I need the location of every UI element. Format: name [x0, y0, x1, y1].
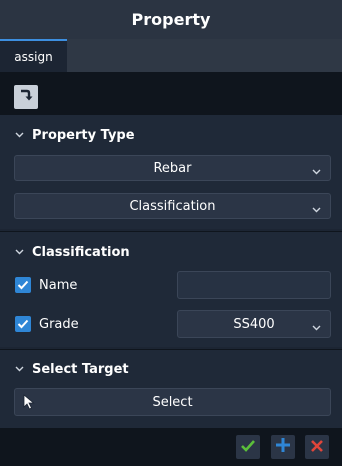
- window-title-text: Property: [131, 10, 211, 29]
- name-row: Name: [15, 275, 77, 295]
- tab-assign-label: assign: [14, 49, 53, 64]
- window-title: Property: [0, 0, 342, 39]
- tab-assign[interactable]: assign: [0, 39, 67, 72]
- property-type-header[interactable]: Property Type: [14, 125, 135, 145]
- cursor-arrow-icon: [23, 394, 35, 414]
- add-plus-icon: [275, 437, 291, 457]
- classification-header[interactable]: Classification: [14, 242, 130, 262]
- toolbar: [0, 72, 342, 114]
- name-input[interactable]: [177, 271, 331, 299]
- chevron-down-icon: [14, 130, 24, 140]
- cancel-x-icon: [310, 438, 324, 457]
- classification-type-value: Classification: [129, 198, 216, 214]
- grade-checkbox[interactable]: [15, 316, 31, 332]
- chevron-down-icon: [14, 364, 24, 374]
- chevron-down-icon: [312, 202, 321, 217]
- turn-down-arrow-icon: [18, 87, 34, 107]
- property-type-value: Rebar: [153, 160, 192, 176]
- cancel-button[interactable]: [305, 435, 329, 459]
- grade-label: Grade: [39, 316, 79, 332]
- chevron-down-icon: [14, 247, 24, 257]
- select-target-header[interactable]: Select Target: [14, 359, 129, 379]
- select-button-label: Select: [152, 394, 193, 410]
- select-button[interactable]: Select: [14, 388, 331, 416]
- add-button[interactable]: [271, 435, 295, 459]
- grade-row: Grade: [15, 314, 79, 334]
- select-target-title: Select Target: [32, 361, 129, 377]
- turn-down-arrow-button[interactable]: [14, 85, 38, 109]
- classification-type-dropdown[interactable]: Classification: [14, 193, 331, 219]
- name-label: Name: [39, 277, 78, 293]
- confirm-check-icon: [240, 438, 256, 457]
- name-checkbox[interactable]: [15, 277, 31, 293]
- chevron-down-icon: [312, 320, 321, 335]
- tab-strip: assign: [0, 39, 342, 72]
- confirm-button[interactable]: [236, 435, 260, 459]
- footer-bar: [0, 428, 342, 466]
- chevron-down-icon: [312, 164, 321, 179]
- property-type-dropdown[interactable]: Rebar: [14, 155, 331, 181]
- classification-title: Classification: [32, 244, 130, 260]
- property-type-title: Property Type: [32, 127, 135, 143]
- grade-dropdown[interactable]: SS400: [177, 310, 331, 338]
- grade-value: SS400: [233, 316, 275, 332]
